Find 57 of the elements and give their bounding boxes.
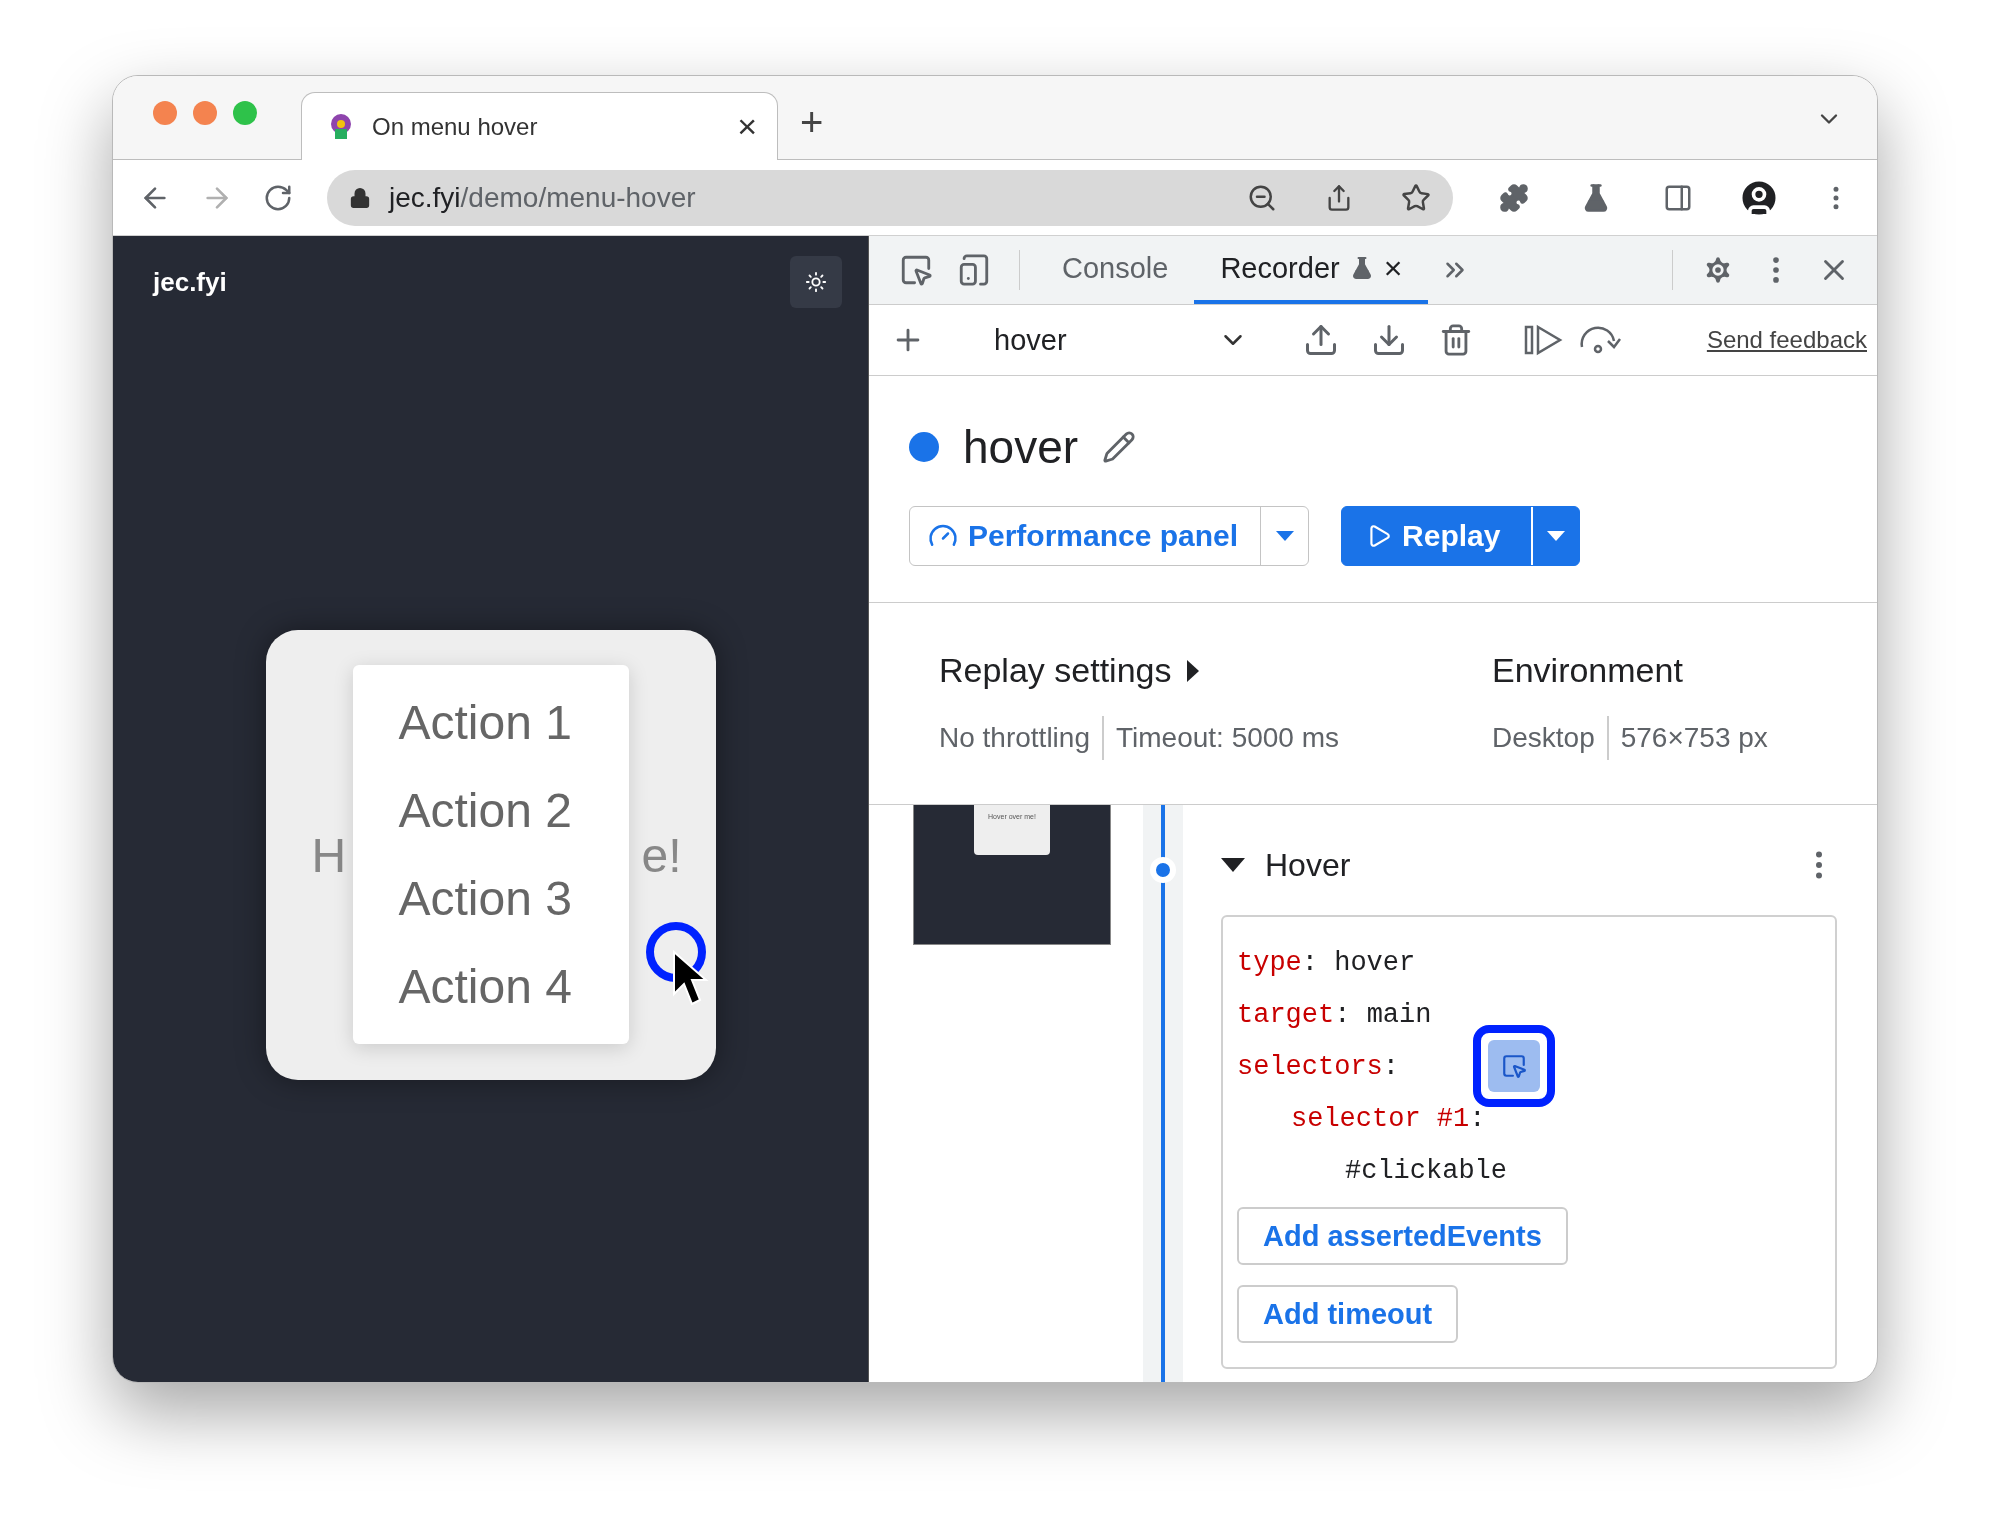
theme-toggle-button[interactable] xyxy=(790,256,842,308)
field-value: hover xyxy=(1334,948,1416,978)
devtools-tab[interactable]: Console xyxy=(1036,236,1195,304)
replay-button[interactable]: Replay xyxy=(1342,507,1531,565)
card-text: H xyxy=(311,827,347,883)
recording-select[interactable]: hover xyxy=(970,323,1258,357)
setting-value: Timeout: 5000 ms xyxy=(1115,722,1340,754)
tab-title: On menu hover xyxy=(372,112,539,141)
pencil-icon[interactable] xyxy=(1102,430,1137,464)
performance-panel-button[interactable]: Performance panel xyxy=(910,507,1261,565)
colon: : xyxy=(1382,1052,1400,1082)
colon: : xyxy=(1469,1104,1486,1134)
add-property-button[interactable]: Add timeout xyxy=(1237,1285,1459,1343)
field-key: selectors xyxy=(1237,1052,1383,1082)
menu-item[interactable]: Action 3 xyxy=(398,870,629,926)
lock-icon xyxy=(349,186,371,209)
menu-item[interactable]: Action 2 xyxy=(398,783,629,839)
replay-settings-toggle[interactable]: Replay settings xyxy=(939,651,1492,690)
hover-card[interactable]: H e! Action 1 Action 2 Action 3 Action 4 xyxy=(265,630,716,1080)
setting-value: No throttling xyxy=(939,722,1090,754)
puzzle-icon[interactable] xyxy=(1499,182,1529,213)
caret-right-icon xyxy=(1187,659,1200,682)
environment-value: 576×753 px xyxy=(1620,722,1768,754)
card-text: e! xyxy=(641,827,682,883)
recording-title: hover xyxy=(963,420,1079,474)
tab-close-button[interactable]: × xyxy=(737,107,757,146)
caret-icon xyxy=(1546,531,1565,541)
favicon-icon xyxy=(328,112,354,141)
send-feedback-link[interactable]: Send feedback xyxy=(1706,326,1867,354)
close-icon[interactable]: × xyxy=(1383,249,1403,287)
field-value: #clickable xyxy=(1345,1156,1508,1186)
new-tab-button[interactable]: + xyxy=(800,100,824,145)
add-property-button[interactable]: Add assertedEvents xyxy=(1237,1207,1568,1265)
browser-tab[interactable]: On menu hover × xyxy=(301,92,778,160)
menu-item[interactable]: Action 4 xyxy=(398,958,629,1014)
url-text: jec.fyi/demo/menu-hover xyxy=(389,181,697,214)
step-title[interactable]: Hover xyxy=(1221,846,1351,884)
field-key: selector #1 xyxy=(1291,1104,1470,1134)
selector-picker-button[interactable] xyxy=(1488,1040,1540,1092)
star-icon[interactable] xyxy=(1401,182,1431,213)
environment-value: Desktop xyxy=(1492,722,1595,754)
status-dot xyxy=(909,432,939,462)
caret-icon xyxy=(1275,531,1294,541)
field-key: type xyxy=(1237,948,1302,978)
address-bar[interactable]: jec.fyi/demo/menu-hover xyxy=(327,169,1453,226)
caret-down-icon xyxy=(1221,858,1245,872)
pointer-square-icon xyxy=(1501,1053,1527,1079)
site-brand[interactable]: jec.fyi xyxy=(153,266,227,298)
timeline-dot xyxy=(1150,857,1176,883)
menu-item[interactable]: Action 1 xyxy=(398,695,629,751)
field-key: target xyxy=(1237,1000,1335,1030)
environment-title: Environment xyxy=(1492,651,1684,690)
field-value: main xyxy=(1366,1000,1432,1030)
sun-icon xyxy=(805,271,827,293)
colon: : xyxy=(1301,948,1318,978)
colon: : xyxy=(1334,1000,1351,1030)
devtools-tab[interactable]: Recorder × xyxy=(1194,236,1429,304)
